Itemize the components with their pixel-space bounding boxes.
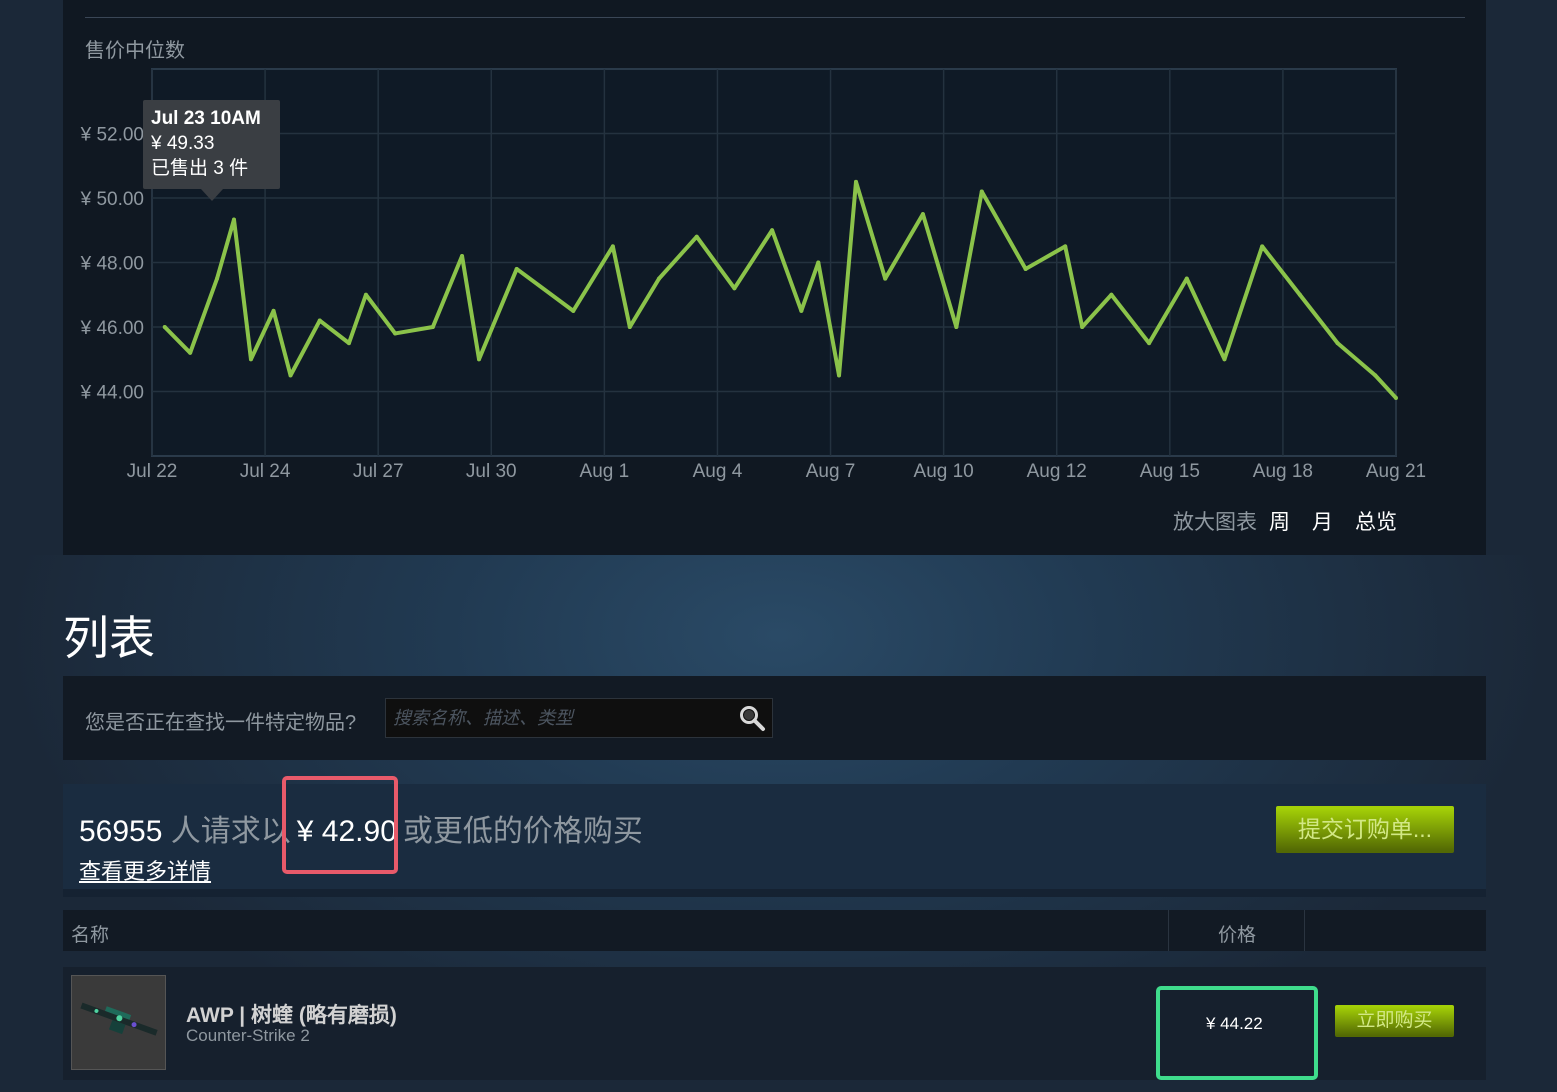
chart-tooltip: Jul 23 10AM ¥ 49.33 已售出 3 件 <box>143 100 280 201</box>
buy-order-text-after: 或更低的价格购买 <box>402 815 643 848</box>
table-row[interactable]: AWP | 树蝰 (略有磨损) Counter-Strike 2 ¥ 44.22… <box>63 967 1486 1080</box>
price-point[interactable] <box>883 276 888 281</box>
price-point[interactable] <box>346 341 351 346</box>
price-point[interactable] <box>732 286 737 291</box>
x-tick-label: Jul 27 <box>353 461 404 482</box>
tooltip-sold: 已售出 3 件 <box>151 158 249 179</box>
price-point[interactable] <box>1373 373 1378 378</box>
price-point[interactable] <box>1222 357 1227 362</box>
price-point[interactable] <box>837 373 842 378</box>
x-tick-label: Aug 1 <box>580 461 630 482</box>
price-point[interactable] <box>1080 325 1085 329</box>
x-tick-label: Jul 24 <box>240 461 291 482</box>
price-point[interactable] <box>610 244 615 249</box>
x-tick-label: Aug 10 <box>914 461 974 482</box>
price-point[interactable] <box>363 292 368 297</box>
x-tick-label: Aug 18 <box>1253 461 1313 482</box>
listing-search-panel: 您是否正在查找一件特定物品? <box>63 676 1486 760</box>
search-box <box>385 698 773 738</box>
column-divider <box>1304 910 1305 951</box>
search-input[interactable] <box>386 699 735 737</box>
price-point[interactable] <box>1394 395 1398 400</box>
price-point[interactable] <box>393 331 398 336</box>
price-point[interactable] <box>460 254 465 259</box>
tooltip-date: Jul 23 10AM <box>151 108 261 129</box>
item-name[interactable]: AWP | 树蝰 (略有磨损) <box>186 999 397 1029</box>
x-tick-label: Jul 30 <box>466 461 517 482</box>
price-point[interactable] <box>1260 244 1265 249</box>
price-point[interactable] <box>1023 266 1028 271</box>
price-point[interactable] <box>477 357 482 362</box>
x-tick-label: Aug 7 <box>806 461 856 482</box>
price-point[interactable] <box>770 228 775 233</box>
price-history-panel: 售价中位数 ¥ 52.00 ¥ 50.00 ¥ 48.00 ¥ 46.00 ¥ 44.0… <box>63 0 1486 555</box>
price-point[interactable] <box>215 276 220 281</box>
buy-now-button[interactable]: 立即购买 <box>1335 1005 1454 1037</box>
price-highlight-box <box>282 776 398 874</box>
x-tick-label: Aug 15 <box>1140 461 1200 482</box>
price-point[interactable] <box>816 260 821 265</box>
search-label: 您是否正在查找一件特定物品? <box>85 712 357 734</box>
zoom-all-link[interactable]: 总览 <box>1355 506 1397 536</box>
x-tick-label: Aug 21 <box>1366 461 1426 482</box>
price-point[interactable] <box>162 325 167 329</box>
price-point[interactable] <box>1063 244 1068 249</box>
price-chart[interactable]: ¥ 52.00 ¥ 50.00 ¥ 48.00 ¥ 46.00 ¥ 44.00 Jul 2… <box>63 0 1486 555</box>
y-tick-label: ¥ 50.00 <box>80 189 144 210</box>
y-tick-label: ¥ 44.00 <box>80 383 144 404</box>
x-tick-label: Aug 4 <box>693 461 743 482</box>
price-point[interactable] <box>1147 341 1152 346</box>
listings-heading: 列表 <box>63 612 155 664</box>
y-tick-label: ¥ 46.00 <box>80 318 144 339</box>
rifle-icon <box>80 1002 158 1036</box>
price-point[interactable] <box>188 350 193 355</box>
price-point[interactable] <box>248 357 253 362</box>
price-point[interactable] <box>514 266 519 271</box>
view-details-link[interactable]: 查看更多详情 <box>79 854 211 886</box>
zoom-label: 放大图表 <box>1173 511 1257 534</box>
panel-bottom-border <box>63 889 1486 897</box>
buy-order-count: 56955 <box>79 815 163 848</box>
price-point[interactable] <box>920 212 925 217</box>
price-point[interactable] <box>627 325 632 329</box>
price-point[interactable] <box>799 308 804 313</box>
price-point[interactable] <box>1184 276 1189 281</box>
buy-order-text-before: 人请求以 <box>170 815 291 848</box>
price-point[interactable] <box>657 276 662 281</box>
price-point[interactable] <box>1109 292 1114 297</box>
price-point[interactable] <box>853 179 858 184</box>
listing-table-header: 名称 价格 <box>63 910 1486 951</box>
y-tick-label: ¥ 48.00 <box>80 254 144 275</box>
price-point[interactable] <box>979 189 984 194</box>
tooltip-arrow <box>201 189 223 201</box>
item-price-highlight-box <box>1156 986 1318 1080</box>
column-header-price: 价格 <box>1218 925 1257 946</box>
y-tick-label: ¥ 52.00 <box>80 125 144 146</box>
price-point[interactable] <box>694 234 699 239</box>
price-point[interactable] <box>1335 341 1340 346</box>
item-game: Counter-Strike 2 <box>186 1026 310 1045</box>
zoom-week-link[interactable]: 周 <box>1269 506 1290 536</box>
column-divider <box>1168 910 1169 951</box>
item-thumbnail[interactable] <box>71 975 166 1070</box>
price-point[interactable] <box>317 318 322 323</box>
buy-order-panel: 56955 人请求以 ¥ 42.90 或更低的价格购买 查看更多详情 提交订购单..… <box>63 776 1486 897</box>
price-point[interactable] <box>571 308 576 313</box>
price-point[interactable] <box>1297 292 1302 297</box>
price-point[interactable] <box>288 373 293 378</box>
x-tick-label: Jul 22 <box>127 461 178 482</box>
price-point[interactable] <box>430 325 435 329</box>
x-tick-label: Aug 12 <box>1027 461 1087 482</box>
search-icon[interactable] <box>738 704 766 732</box>
price-point[interactable] <box>954 325 959 329</box>
tooltip-price: ¥ 49.33 <box>151 133 215 154</box>
price-point[interactable] <box>231 217 236 222</box>
zoom-month-link[interactable]: 月 <box>1312 506 1333 536</box>
place-order-button[interactable]: 提交订购单... <box>1276 806 1454 853</box>
zoom-controls: 放大图表 周 月 总览 <box>1173 506 1397 536</box>
column-header-name: 名称 <box>71 925 110 946</box>
price-point[interactable] <box>271 308 276 313</box>
